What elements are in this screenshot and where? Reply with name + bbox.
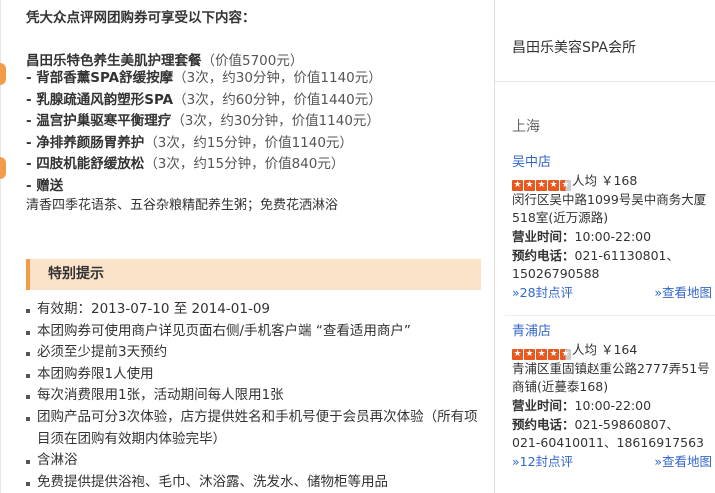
star-icon: ★ bbox=[512, 349, 523, 360]
package-price: （价值5700元） bbox=[201, 53, 304, 69]
phone-label: 预约电话： bbox=[512, 248, 575, 263]
item-name: - 赠送 bbox=[26, 177, 64, 194]
hours-label: 营业时间： bbox=[512, 398, 575, 413]
merchant-sidebar: 昌田乐美容SPA会所 上海 吴中店 ★ ★ ★ ★ ★ 人均 ￥168 闵行区吴中路109… bbox=[495, 0, 715, 493]
notice-item: 必须至少提前3天预约 bbox=[26, 342, 481, 364]
notice-list: 有效期：2013-07-10 至 2014-01-09 本团购券可使用商户详见页… bbox=[26, 299, 481, 493]
reviews-link[interactable]: »28封点评 bbox=[512, 284, 573, 302]
phone-value: 021-59860807、 bbox=[574, 417, 680, 432]
item-name: - 四肢机能舒缓放松 bbox=[26, 156, 145, 173]
package-item: - 乳腺疏通风韵塑形SPA（3次，约60分钟，价值1440元） bbox=[26, 90, 382, 112]
package-items: - 背部香薰SPA舒缓按摩（3次，约30分钟，价值1140元） - 乳腺疏通风韵… bbox=[26, 68, 382, 198]
sidebar-rule bbox=[495, 81, 715, 82]
shop-card: 青浦店 ★ ★ ★ ★ ★ 人均 ￥164 青浦区重固镇赵重公路2777弄51号商铺(近蔓… bbox=[512, 323, 712, 471]
hours-label: 营业时间： bbox=[512, 229, 575, 244]
notice-item: 有效期：2013-07-10 至 2014-01-09 bbox=[26, 299, 481, 321]
item-name: - 净排养颜肠胃养护 bbox=[26, 134, 145, 151]
package-item: - 四肢机能舒缓放松（3次，约15分钟，价值840元） bbox=[26, 154, 382, 176]
phone-value-2: 15026790588 bbox=[512, 266, 600, 281]
item-name: - 温宫护巢驱寒平衡理疗 bbox=[26, 113, 172, 130]
star-icon: ★ bbox=[536, 349, 547, 360]
phone-label: 预约电话： bbox=[512, 417, 575, 432]
package-item: - 背部香薰SPA舒缓按摩（3次，约30分钟，价值1140元） bbox=[26, 68, 382, 90]
freebie-text: 清香四季花语茶、五谷杂粮精配养生粥；免费花洒淋浴 bbox=[26, 198, 339, 213]
shop-links: »12封点评 »查看地图 bbox=[512, 453, 712, 471]
avg-price: 人均 ￥168 bbox=[572, 173, 638, 188]
notice-item: 每次消费限用1张，活动期间每人限用1张 bbox=[26, 385, 481, 407]
star-icon: ★ bbox=[560, 180, 571, 191]
notice-item: 含淋浴 bbox=[26, 450, 481, 472]
star-icon: ★ bbox=[524, 180, 535, 191]
item-desc: （3次，约30分钟，价值1140元） bbox=[171, 113, 380, 130]
star-rating-icon: ★ ★ ★ ★ ★ bbox=[512, 343, 572, 361]
shop-phone: 预约电话：021-59860807、 bbox=[512, 416, 712, 434]
item-name: - 背部香薰SPA舒缓按摩 bbox=[26, 70, 174, 86]
shop-name-link[interactable]: 吴中店 bbox=[512, 154, 712, 172]
map-link[interactable]: »查看地图 bbox=[654, 453, 712, 471]
shop-rating: ★ ★ ★ ★ ★ 人均 ￥164 bbox=[512, 341, 712, 361]
package-title: 昌田乐特色养生美肌护理套餐（价值5700元） bbox=[26, 49, 303, 69]
shop-hours: 营业时间：10:00-22:00 bbox=[512, 228, 712, 246]
star-icon: ★ bbox=[512, 180, 523, 191]
star-icon: ★ bbox=[560, 349, 571, 360]
shop-address: 青浦区重固镇赵重公路2777弄51号商铺(近蔓泰168) bbox=[512, 361, 710, 394]
map-link[interactable]: »查看地图 bbox=[654, 284, 712, 302]
item-desc: （3次，约60分钟，价值1440元） bbox=[173, 91, 382, 108]
notice-item: 本团购券限1人使用 bbox=[26, 364, 481, 386]
notice-title: 特别提示 bbox=[48, 266, 104, 282]
side-marker-bottom bbox=[0, 157, 6, 179]
deal-details: 凭大众点评网团购券可享受以下内容： 昌田乐特色养生美肌护理套餐（价值5700元）… bbox=[0, 0, 494, 493]
shop-rating: ★ ★ ★ ★ ★ 人均 ￥168 bbox=[512, 172, 712, 192]
notice-item: 免费提供提供浴袍、毛巾、沐浴露、洗发水、储物柜等用品 bbox=[26, 472, 481, 493]
city-label: 上海 bbox=[512, 119, 540, 135]
hours-value: 10:00-22:00 bbox=[574, 229, 652, 244]
package-name: 昌田乐特色养生美肌护理套餐 bbox=[26, 53, 202, 69]
item-desc: （3次，约30分钟，价值1140元） bbox=[173, 70, 382, 86]
notice-accent-bar bbox=[26, 259, 30, 290]
package-item: - 净排养颜肠胃养护（3次，约15分钟，价值1140元） bbox=[26, 133, 382, 155]
shop-links: »28封点评 »查看地图 bbox=[512, 284, 712, 302]
avg-price: 人均 ￥164 bbox=[572, 342, 638, 357]
shop-card: 吴中店 ★ ★ ★ ★ ★ 人均 ￥168 闵行区吴中路1099号吴中商务大厦518室(近… bbox=[512, 154, 712, 302]
shop-name-link[interactable]: 青浦店 bbox=[512, 323, 712, 341]
side-marker-top bbox=[0, 63, 6, 85]
notice-item: 本团购券可使用商户详见页面右侧/手机客户端 “查看适用商户” bbox=[26, 321, 481, 343]
item-name: - 乳腺疏通风韵塑形SPA bbox=[26, 91, 174, 108]
shop-hours: 营业时间：10:00-22:00 bbox=[512, 397, 712, 415]
shop-phone: 预约电话：021-61130801、 bbox=[512, 247, 712, 265]
shop-separator bbox=[505, 315, 715, 316]
shop-address: 闵行区吴中路1099号吴中商务大厦518室(近万源路) bbox=[512, 192, 707, 225]
package-item: - 温宫护巢驱寒平衡理疗（3次，约30分钟，价值1140元） bbox=[26, 111, 382, 133]
item-desc: （3次，约15分钟，价值840元） bbox=[144, 156, 345, 173]
hours-value: 10:00-22:00 bbox=[574, 398, 652, 413]
notice-header: 特别提示 bbox=[26, 259, 481, 290]
star-icon: ★ bbox=[524, 349, 535, 360]
intro-text: 凭大众点评网团购券可享受以下内容： bbox=[26, 10, 256, 26]
star-icon: ★ bbox=[548, 349, 559, 360]
phone-value-2: 021-60410011、18616917563 bbox=[512, 435, 704, 450]
star-rating-icon: ★ ★ ★ ★ ★ bbox=[512, 174, 572, 192]
reviews-link[interactable]: »12封点评 bbox=[512, 453, 573, 471]
notice-item: 团购产品可分3次体验，店方提供姓名和手机号便于会员再次体验（所有项目须在团购有效… bbox=[26, 407, 481, 450]
star-icon: ★ bbox=[548, 180, 559, 191]
phone-value: 021-61130801、 bbox=[574, 248, 680, 263]
merchant-title: 昌田乐美容SPA会所 bbox=[512, 40, 637, 56]
star-icon: ★ bbox=[536, 180, 547, 191]
item-desc: （3次，约15分钟，价值1140元） bbox=[144, 134, 353, 151]
